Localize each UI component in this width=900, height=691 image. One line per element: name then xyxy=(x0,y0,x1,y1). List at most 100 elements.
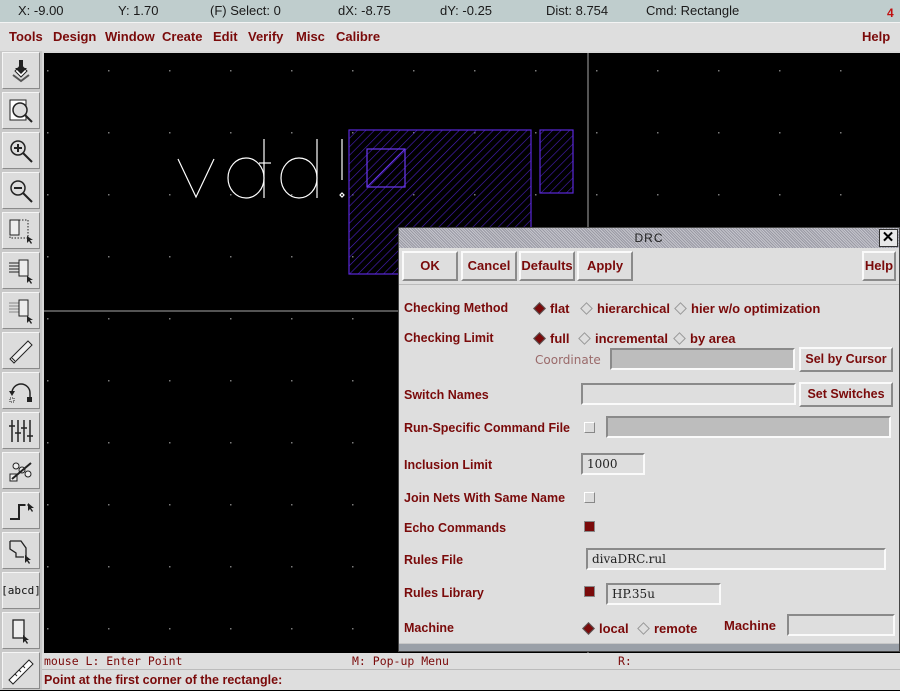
grid-dot xyxy=(352,70,354,72)
close-icon: ✕ xyxy=(881,229,896,246)
grid-dot xyxy=(169,70,171,72)
radio-flat[interactable]: flat xyxy=(533,301,570,316)
tool-ruler[interactable] xyxy=(2,332,40,369)
grid-dot xyxy=(657,194,659,196)
zoom-in-icon xyxy=(10,139,33,163)
radio-full[interactable]: full xyxy=(533,331,570,346)
run-specific-command-file-field xyxy=(606,416,891,438)
join-nets-checkbox[interactable] xyxy=(584,492,595,503)
grid-dot xyxy=(291,318,293,320)
checking-limit-label: Checking Limit xyxy=(404,331,494,345)
dialog-horizontal-scrollbar[interactable] xyxy=(399,643,899,651)
tool-label[interactable]: [abcd] xyxy=(1,572,41,609)
menu-verify[interactable]: Verify xyxy=(248,29,283,44)
close-button[interactable]: ✕ xyxy=(879,229,898,247)
tool-palette: [abcd] xyxy=(0,51,42,690)
grid-dot xyxy=(230,380,232,382)
radio-incremental[interactable]: incremental xyxy=(578,331,668,346)
menu-bar: Tools Design Window Create Edit Verify M… xyxy=(0,22,900,51)
grid-dot xyxy=(352,380,354,382)
undo-icon xyxy=(9,382,32,402)
switch-names-input[interactable] xyxy=(581,383,796,405)
tool-move[interactable] xyxy=(2,292,40,329)
tool-zoom-in[interactable] xyxy=(2,132,40,169)
menu-window[interactable]: Window xyxy=(105,29,155,44)
radio-selected-icon xyxy=(533,302,546,315)
tool-polygon[interactable] xyxy=(2,532,40,569)
ok-button[interactable]: OK xyxy=(402,251,458,281)
x-coordinate: X: -9.00 xyxy=(18,3,64,18)
tool-property[interactable] xyxy=(2,412,40,449)
tool-undo[interactable] xyxy=(2,372,40,409)
radio-by-area[interactable]: by area xyxy=(673,331,736,346)
grid-dot xyxy=(840,194,842,196)
cancel-button[interactable]: Cancel xyxy=(461,251,517,281)
run-specific-checkbox[interactable] xyxy=(584,422,595,433)
menu-calibre[interactable]: Calibre xyxy=(336,29,380,44)
tool-save[interactable] xyxy=(2,52,40,89)
radio-hier-wo-optimization[interactable]: hier w/o optimization xyxy=(674,301,820,316)
fit-view-icon xyxy=(9,99,33,123)
metal-rectangle-small[interactable] xyxy=(539,129,574,194)
grid-dot xyxy=(108,442,110,444)
menu-create[interactable]: Create xyxy=(162,29,202,44)
tool-instance[interactable] xyxy=(2,452,40,489)
tool-fit-view[interactable] xyxy=(2,92,40,129)
rules-file-input[interactable]: divaDRC.rul xyxy=(586,548,886,570)
tool-stretch[interactable] xyxy=(2,212,40,249)
radio-unselected-icon xyxy=(673,332,686,345)
grid-dot xyxy=(47,442,49,444)
echo-commands-checkbox[interactable] xyxy=(584,521,595,532)
menu-tools[interactable]: Tools xyxy=(9,29,43,44)
tool-path[interactable] xyxy=(2,492,40,529)
inclusion-limit-input[interactable]: 1000 xyxy=(581,453,645,475)
menu-edit[interactable]: Edit xyxy=(213,29,238,44)
rules-library-input[interactable]: HP.35u xyxy=(606,583,721,605)
grid-dot xyxy=(230,442,232,444)
radio-unselected-icon xyxy=(580,302,593,315)
grid-dot xyxy=(108,70,110,72)
tool-copy[interactable] xyxy=(2,252,40,289)
set-switches-button[interactable]: Set Switches xyxy=(799,382,893,407)
pin-label-vdd[interactable] xyxy=(177,139,345,199)
grid-dot xyxy=(47,566,49,568)
tool-measure[interactable] xyxy=(2,652,40,689)
grid-dot xyxy=(169,628,171,630)
grid-dot xyxy=(169,380,171,382)
grid-dot xyxy=(291,380,293,382)
radio-local[interactable]: local xyxy=(582,621,629,636)
grid-dot xyxy=(230,194,232,196)
radio-remote[interactable]: remote xyxy=(637,621,697,636)
grid-dot xyxy=(779,194,781,196)
grid-dot xyxy=(169,442,171,444)
tool-rectangle[interactable] xyxy=(2,612,40,649)
grid-dot xyxy=(230,628,232,630)
zoom-out-icon xyxy=(10,179,33,203)
apply-button[interactable]: Apply xyxy=(577,251,633,281)
ruler-icon xyxy=(8,658,34,685)
dialog-title: DRC xyxy=(634,231,664,245)
tool-zoom-out[interactable] xyxy=(2,172,40,209)
dialog-titlebar[interactable]: DRC ✕ xyxy=(399,228,899,248)
grid-dot xyxy=(718,132,720,134)
grid-dot xyxy=(230,318,232,320)
menu-misc[interactable]: Misc xyxy=(296,29,325,44)
save-icon xyxy=(12,59,30,82)
rules-library-checkbox[interactable] xyxy=(584,586,595,597)
grid-dot xyxy=(535,70,537,72)
command-value: Cmd: Rectangle xyxy=(646,3,740,18)
radio-unselected-icon xyxy=(674,302,687,315)
help-button[interactable]: Help xyxy=(862,251,896,281)
grid-dot xyxy=(779,70,781,72)
grid-dot xyxy=(352,566,354,568)
sel-by-cursor-button[interactable]: Sel by Cursor xyxy=(799,347,893,372)
defaults-button[interactable]: Defaults xyxy=(519,251,575,281)
machine-name-input[interactable] xyxy=(787,614,895,636)
menu-design[interactable]: Design xyxy=(53,29,96,44)
coordinate-label: Coordinate xyxy=(535,353,601,367)
menu-help[interactable]: Help xyxy=(862,29,890,44)
grid-dot xyxy=(47,256,49,258)
grid-dot xyxy=(47,380,49,382)
radio-hierarchical[interactable]: hierarchical xyxy=(580,301,670,316)
copy-icon xyxy=(9,259,33,284)
